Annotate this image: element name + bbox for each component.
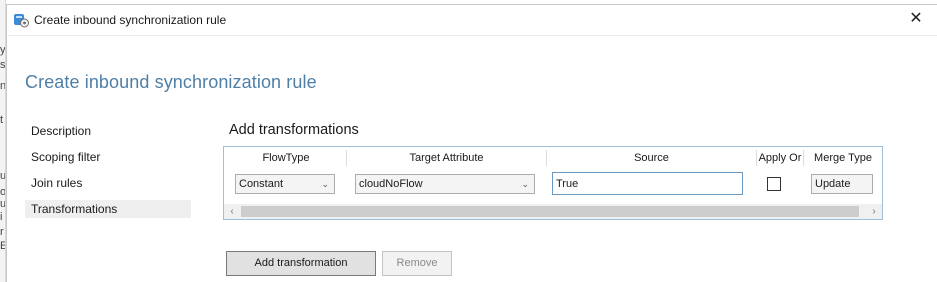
column-header-flowtype[interactable]: FlowType bbox=[226, 150, 347, 166]
column-header-apply-once[interactable]: Apply Or bbox=[757, 150, 804, 166]
page-title: Create inbound synchronization rule bbox=[25, 72, 317, 92]
remove-button[interactable]: Remove bbox=[382, 251, 452, 276]
table-row: Constant ⌄ cloudNoFlow ⌄ Update bbox=[224, 169, 882, 195]
bg-char: i bbox=[0, 211, 3, 223]
scroll-left-icon[interactable]: ‹ bbox=[224, 204, 240, 219]
flowtype-select[interactable]: Constant ⌄ bbox=[235, 174, 335, 194]
add-transformation-button[interactable]: Add transformation bbox=[226, 251, 376, 276]
wizard-nav: Description Scoping filter Join rules Tr… bbox=[25, 122, 191, 226]
apply-once-checkbox[interactable] bbox=[767, 177, 781, 191]
column-header-target-attribute[interactable]: Target Attribute bbox=[347, 150, 547, 166]
nav-item-scoping-filter[interactable]: Scoping filter bbox=[25, 148, 191, 166]
column-header-merge-type[interactable]: Merge Type bbox=[804, 150, 882, 166]
chevron-down-icon: ⌄ bbox=[321, 179, 329, 189]
chevron-down-icon: ⌄ bbox=[521, 179, 529, 189]
title-bar: Create inbound synchronization rule ✕ bbox=[7, 5, 937, 35]
transformations-grid: FlowType Target Attribute Source Apply O… bbox=[223, 146, 883, 220]
bg-char: y bbox=[0, 44, 6, 56]
source-input[interactable] bbox=[552, 172, 743, 195]
close-icon[interactable]: ✕ bbox=[907, 10, 925, 28]
scroll-right-icon[interactable]: › bbox=[866, 204, 882, 219]
bg-char: r bbox=[0, 226, 4, 238]
scrollbar-thumb[interactable] bbox=[241, 206, 859, 217]
nav-item-transformations[interactable]: Transformations bbox=[25, 200, 191, 218]
merge-type-select[interactable]: Update bbox=[811, 174, 873, 194]
window-title: Create inbound synchronization rule bbox=[34, 13, 227, 27]
bg-char: s bbox=[0, 59, 6, 71]
flowtype-value: Constant bbox=[239, 178, 284, 190]
column-header-source[interactable]: Source bbox=[547, 150, 757, 166]
nav-item-description[interactable]: Description bbox=[25, 122, 191, 140]
nav-item-join-rules[interactable]: Join rules bbox=[25, 174, 191, 192]
grid-header: FlowType Target Attribute Source Apply O… bbox=[224, 147, 882, 167]
bg-char: t bbox=[0, 114, 4, 126]
horizontal-scrollbar[interactable]: ‹ › bbox=[224, 204, 882, 219]
target-attribute-value: cloudNoFlow bbox=[359, 178, 423, 190]
dialog-content: Create inbound synchronization rule Desc… bbox=[8, 35, 937, 282]
merge-type-value: Update bbox=[815, 178, 851, 190]
section-title: Add transformations bbox=[229, 122, 359, 138]
sync-rule-icon bbox=[13, 12, 29, 28]
sync-rule-dialog: Create inbound synchronization rule ✕ Cr… bbox=[6, 4, 937, 282]
target-attribute-select[interactable]: cloudNoFlow ⌄ bbox=[355, 174, 535, 194]
